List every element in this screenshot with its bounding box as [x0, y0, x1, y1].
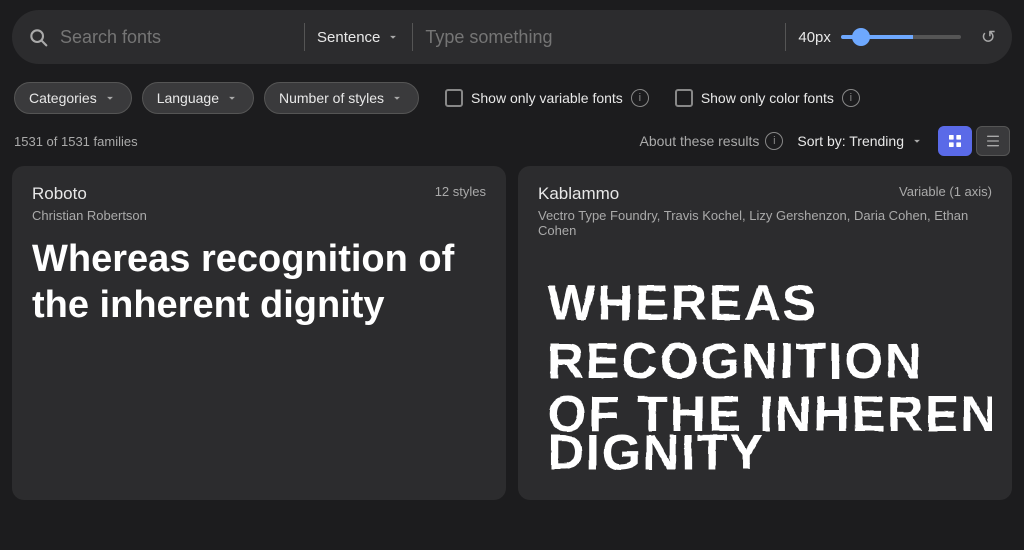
- divider2: [412, 23, 413, 51]
- results-right: About these results i Sort by: Trending: [640, 126, 1010, 156]
- type-something-input[interactable]: [425, 27, 773, 48]
- categories-button[interactable]: Categories: [14, 82, 132, 114]
- font-preview: Whereas recognition of the inherent dign…: [32, 237, 486, 328]
- font-card-roboto[interactable]: Roboto 12 styles Christian Robertson Whe…: [12, 166, 506, 500]
- about-results-info-icon[interactable]: i: [765, 132, 783, 150]
- variable-fonts-checkbox[interactable]: [445, 89, 463, 107]
- refresh-icon[interactable]: ↺: [981, 27, 996, 48]
- results-bar: 1531 of 1531 families About these result…: [0, 122, 1024, 166]
- search-bar: Sentence 40px ↺: [12, 10, 1012, 64]
- color-fonts-info-icon[interactable]: i: [842, 89, 860, 107]
- variable-fonts-info-icon[interactable]: i: [631, 89, 649, 107]
- filter-bar: Categories Language Number of styles Sho…: [0, 74, 1024, 122]
- divider3: [785, 23, 786, 51]
- card-header: Roboto 12 styles: [32, 184, 486, 204]
- list-view-button[interactable]: [976, 126, 1010, 156]
- svg-text:RECOGNITION: RECOGNITION: [548, 333, 924, 389]
- font-grid: Roboto 12 styles Christian Robertson Whe…: [0, 166, 1024, 512]
- search-icon: [28, 27, 48, 47]
- font-author: Christian Robertson: [32, 208, 486, 223]
- sort-by-dropdown[interactable]: Sort by: Trending: [797, 133, 924, 149]
- svg-text:DIGNITY: DIGNITY: [548, 425, 765, 475]
- results-count: 1531 of 1531 families: [14, 134, 138, 149]
- num-styles-button[interactable]: Number of styles: [264, 82, 419, 114]
- divider: [304, 23, 305, 51]
- kablammo-preview: WHEREAS RECOGNITION OF THE INHERENT DIGN…: [538, 262, 992, 475]
- card-header: Kablammo Variable (1 axis): [538, 184, 992, 204]
- search-input[interactable]: [60, 27, 292, 48]
- font-name: Kablammo: [538, 184, 619, 204]
- variable-fonts-filter: Show only variable fonts i: [445, 89, 649, 107]
- font-styles: Variable (1 axis): [899, 184, 992, 199]
- svg-text:WHEREAS: WHEREAS: [548, 275, 818, 331]
- font-size-slider-wrap: [841, 35, 961, 39]
- view-toggle: [938, 126, 1010, 156]
- grid-view-button[interactable]: [938, 126, 972, 156]
- font-size-slider[interactable]: [841, 35, 961, 39]
- color-fonts-filter: Show only color fonts i: [675, 89, 860, 107]
- sentence-dropdown[interactable]: Sentence: [317, 29, 400, 46]
- about-results-button[interactable]: About these results i: [640, 132, 784, 150]
- language-button[interactable]: Language: [142, 82, 254, 114]
- font-name: Roboto: [32, 184, 87, 204]
- font-styles: 12 styles: [435, 184, 486, 199]
- font-author: Vectro Type Foundry, Travis Kochel, Lizy…: [538, 208, 992, 238]
- font-card-kablammo[interactable]: Kablammo Variable (1 axis) Vectro Type F…: [518, 166, 1012, 500]
- color-fonts-checkbox[interactable]: [675, 89, 693, 107]
- font-size-control: 40px: [798, 29, 961, 46]
